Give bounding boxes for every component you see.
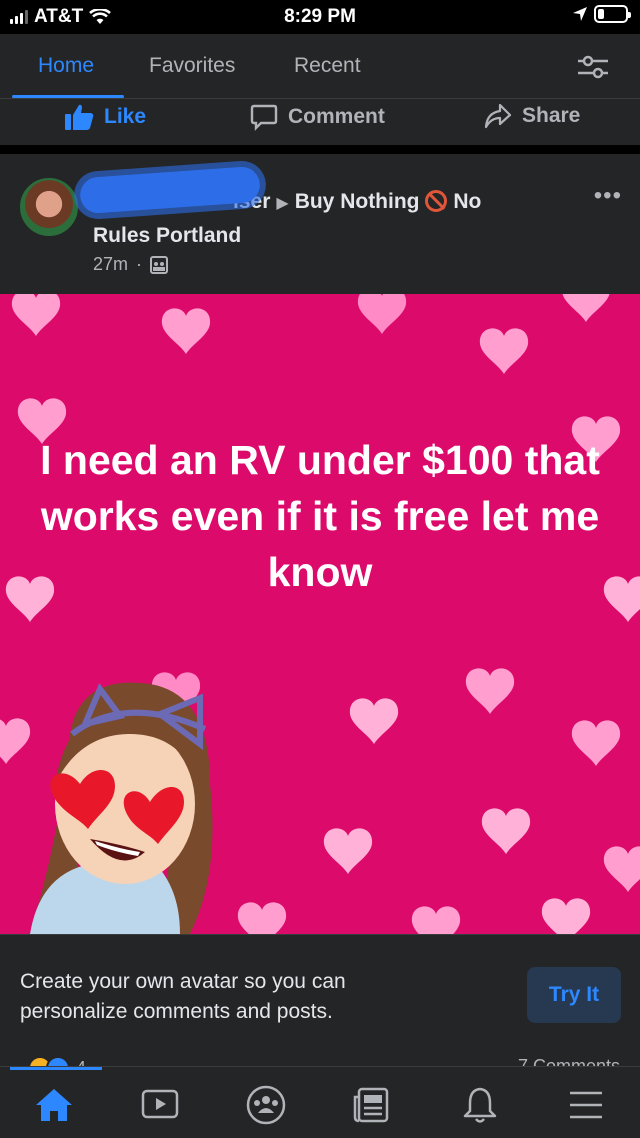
more-options-icon[interactable]: ••• <box>594 182 622 210</box>
author-avatar[interactable] <box>18 176 80 238</box>
news-icon <box>353 1087 389 1123</box>
group-privacy-icon <box>150 255 169 274</box>
share-button[interactable]: Share <box>484 103 580 129</box>
thumbs-up-icon <box>65 104 94 130</box>
battery-icon <box>594 5 631 23</box>
menu-icon <box>570 1091 602 1119</box>
arrow-right-icon: ▶ <box>276 195 289 212</box>
nav-active-indicator <box>10 1067 102 1070</box>
prohibited-icon <box>425 190 448 212</box>
location-arrow-icon <box>573 7 587 21</box>
comment-label: Comment <box>288 105 385 128</box>
feed-tabs: Home Favorites Recent <box>0 34 640 98</box>
nav-notifications[interactable] <box>460 1085 500 1125</box>
comment-button[interactable]: Comment <box>250 103 385 131</box>
post-meta: 27m · <box>93 254 169 275</box>
tab-favorites[interactable]: Favorites <box>149 54 235 78</box>
post-image-text: I need an RV under $100 that works even … <box>40 437 600 595</box>
meta-dot: · <box>136 254 143 274</box>
share-icon <box>484 103 512 129</box>
bell-icon <box>463 1087 497 1123</box>
home-icon <box>36 1089 72 1121</box>
like-button[interactable]: Like <box>64 103 146 131</box>
nav-watch[interactable] <box>140 1085 180 1125</box>
tab-home[interactable]: Home <box>38 54 94 78</box>
avatar-promo-banner: Create your own avatar so you can person… <box>0 934 640 1038</box>
tab-recent[interactable]: Recent <box>294 54 361 78</box>
bottom-nav <box>0 1066 640 1138</box>
nav-home[interactable] <box>34 1085 74 1125</box>
watch-icon <box>141 1089 179 1119</box>
nav-menu[interactable] <box>566 1085 606 1125</box>
feed-separator <box>0 145 640 154</box>
avatar-promo-text: Create your own avatar so you can person… <box>20 970 346 1023</box>
group-name-line2[interactable]: Rules Portland <box>93 224 241 247</box>
post-time[interactable]: 27m <box>93 254 128 275</box>
try-it-button[interactable]: Try It <box>527 967 621 1023</box>
group-name[interactable]: Buy Nothing <box>295 190 420 213</box>
share-label: Share <box>522 104 581 127</box>
group-name-cont[interactable]: No <box>453 190 481 213</box>
memoji-avatar <box>30 682 213 934</box>
nav-groups[interactable] <box>246 1085 286 1125</box>
groups-icon <box>246 1085 286 1125</box>
sliders-icon[interactable] <box>576 52 610 82</box>
status-time: 8:29 PM <box>284 6 356 27</box>
post-image[interactable]: I need an RV under $100 that works even … <box>0 294 640 934</box>
comment-icon <box>250 104 278 131</box>
nav-news[interactable] <box>352 1085 392 1125</box>
status-right <box>572 5 631 23</box>
post-header: lser ▶ Buy Nothing No Rules Portland 27m ·… <box>0 154 640 294</box>
like-label: Like <box>104 105 147 128</box>
status-bar: AT&T 8:29 PM <box>0 0 640 34</box>
post-actions: Like Comment Share <box>0 98 640 145</box>
